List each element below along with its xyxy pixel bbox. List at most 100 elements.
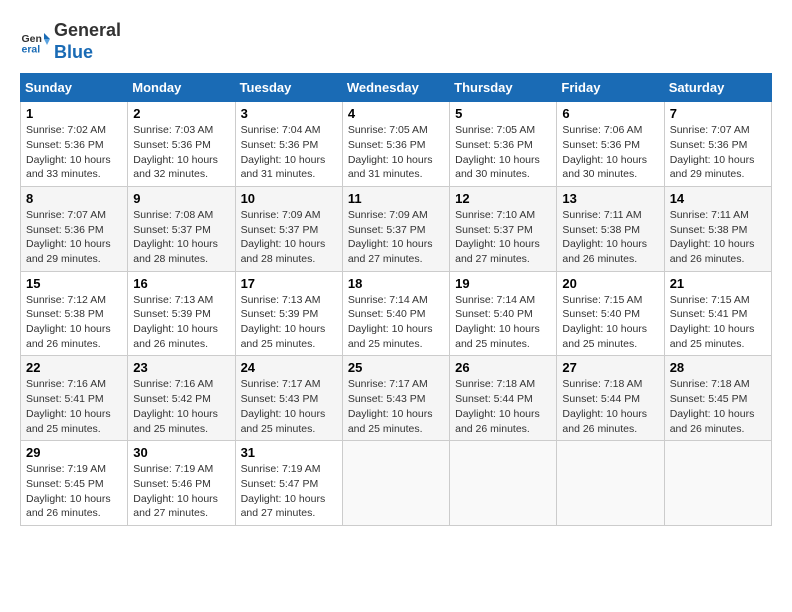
day-info: Sunrise: 7:14 AM Sunset: 5:40 PM Dayligh…	[348, 293, 444, 352]
day-info: Sunrise: 7:18 AM Sunset: 5:45 PM Dayligh…	[670, 377, 766, 436]
day-number: 12	[455, 191, 551, 206]
calendar-week-row: 8 Sunrise: 7:07 AM Sunset: 5:36 PM Dayli…	[21, 186, 772, 271]
day-info: Sunrise: 7:13 AM Sunset: 5:39 PM Dayligh…	[133, 293, 229, 352]
day-info: Sunrise: 7:16 AM Sunset: 5:42 PM Dayligh…	[133, 377, 229, 436]
calendar-week-row: 22 Sunrise: 7:16 AM Sunset: 5:41 PM Dayl…	[21, 356, 772, 441]
calendar-week-row: 15 Sunrise: 7:12 AM Sunset: 5:38 PM Dayl…	[21, 271, 772, 356]
calendar-day-cell: 26 Sunrise: 7:18 AM Sunset: 5:44 PM Dayl…	[450, 356, 557, 441]
day-info: Sunrise: 7:10 AM Sunset: 5:37 PM Dayligh…	[455, 208, 551, 267]
calendar-day-cell: 6 Sunrise: 7:06 AM Sunset: 5:36 PM Dayli…	[557, 102, 664, 187]
day-info: Sunrise: 7:07 AM Sunset: 5:36 PM Dayligh…	[670, 123, 766, 182]
day-info: Sunrise: 7:16 AM Sunset: 5:41 PM Dayligh…	[26, 377, 122, 436]
day-number: 6	[562, 106, 658, 121]
day-number: 16	[133, 276, 229, 291]
day-info: Sunrise: 7:13 AM Sunset: 5:39 PM Dayligh…	[241, 293, 337, 352]
day-info: Sunrise: 7:15 AM Sunset: 5:41 PM Dayligh…	[670, 293, 766, 352]
day-number: 27	[562, 360, 658, 375]
day-info: Sunrise: 7:05 AM Sunset: 5:36 PM Dayligh…	[455, 123, 551, 182]
day-info: Sunrise: 7:09 AM Sunset: 5:37 PM Dayligh…	[241, 208, 337, 267]
calendar-day-cell: 5 Sunrise: 7:05 AM Sunset: 5:36 PM Dayli…	[450, 102, 557, 187]
logo-icon: Gen eral	[20, 27, 50, 57]
day-number: 15	[26, 276, 122, 291]
day-number: 8	[26, 191, 122, 206]
calendar-day-cell: 31 Sunrise: 7:19 AM Sunset: 5:47 PM Dayl…	[235, 441, 342, 526]
day-info: Sunrise: 7:04 AM Sunset: 5:36 PM Dayligh…	[241, 123, 337, 182]
day-number: 4	[348, 106, 444, 121]
page-header: Gen eral General Blue	[20, 20, 772, 63]
day-number: 1	[26, 106, 122, 121]
day-info: Sunrise: 7:14 AM Sunset: 5:40 PM Dayligh…	[455, 293, 551, 352]
calendar-day-cell: 29 Sunrise: 7:19 AM Sunset: 5:45 PM Dayl…	[21, 441, 128, 526]
day-number: 14	[670, 191, 766, 206]
weekday-header: Sunday	[21, 74, 128, 102]
day-info: Sunrise: 7:17 AM Sunset: 5:43 PM Dayligh…	[348, 377, 444, 436]
day-info: Sunrise: 7:11 AM Sunset: 5:38 PM Dayligh…	[670, 208, 766, 267]
weekday-header: Thursday	[450, 74, 557, 102]
calendar-day-cell: 22 Sunrise: 7:16 AM Sunset: 5:41 PM Dayl…	[21, 356, 128, 441]
day-info: Sunrise: 7:08 AM Sunset: 5:37 PM Dayligh…	[133, 208, 229, 267]
day-info: Sunrise: 7:18 AM Sunset: 5:44 PM Dayligh…	[455, 377, 551, 436]
calendar-day-cell: 14 Sunrise: 7:11 AM Sunset: 5:38 PM Dayl…	[664, 186, 771, 271]
day-info: Sunrise: 7:19 AM Sunset: 5:47 PM Dayligh…	[241, 462, 337, 521]
day-number: 5	[455, 106, 551, 121]
day-number: 23	[133, 360, 229, 375]
calendar-day-cell: 1 Sunrise: 7:02 AM Sunset: 5:36 PM Dayli…	[21, 102, 128, 187]
day-info: Sunrise: 7:18 AM Sunset: 5:44 PM Dayligh…	[562, 377, 658, 436]
day-number: 18	[348, 276, 444, 291]
calendar-day-cell: 30 Sunrise: 7:19 AM Sunset: 5:46 PM Dayl…	[128, 441, 235, 526]
logo: Gen eral General Blue	[20, 20, 121, 63]
day-number: 25	[348, 360, 444, 375]
weekday-header: Saturday	[664, 74, 771, 102]
day-info: Sunrise: 7:03 AM Sunset: 5:36 PM Dayligh…	[133, 123, 229, 182]
day-info: Sunrise: 7:06 AM Sunset: 5:36 PM Dayligh…	[562, 123, 658, 182]
day-info: Sunrise: 7:17 AM Sunset: 5:43 PM Dayligh…	[241, 377, 337, 436]
calendar-week-row: 29 Sunrise: 7:19 AM Sunset: 5:45 PM Dayl…	[21, 441, 772, 526]
calendar-day-cell: 2 Sunrise: 7:03 AM Sunset: 5:36 PM Dayli…	[128, 102, 235, 187]
calendar-day-cell: 20 Sunrise: 7:15 AM Sunset: 5:40 PM Dayl…	[557, 271, 664, 356]
day-number: 28	[670, 360, 766, 375]
weekday-header: Tuesday	[235, 74, 342, 102]
calendar-day-cell: 19 Sunrise: 7:14 AM Sunset: 5:40 PM Dayl…	[450, 271, 557, 356]
calendar-day-cell: 21 Sunrise: 7:15 AM Sunset: 5:41 PM Dayl…	[664, 271, 771, 356]
calendar-day-cell: 11 Sunrise: 7:09 AM Sunset: 5:37 PM Dayl…	[342, 186, 449, 271]
calendar-header-row: SundayMondayTuesdayWednesdayThursdayFrid…	[21, 74, 772, 102]
day-info: Sunrise: 7:07 AM Sunset: 5:36 PM Dayligh…	[26, 208, 122, 267]
day-number: 3	[241, 106, 337, 121]
calendar-day-cell: 8 Sunrise: 7:07 AM Sunset: 5:36 PM Dayli…	[21, 186, 128, 271]
calendar-day-cell: 4 Sunrise: 7:05 AM Sunset: 5:36 PM Dayli…	[342, 102, 449, 187]
day-number: 20	[562, 276, 658, 291]
day-number: 17	[241, 276, 337, 291]
calendar-day-cell: 28 Sunrise: 7:18 AM Sunset: 5:45 PM Dayl…	[664, 356, 771, 441]
calendar-day-cell: 10 Sunrise: 7:09 AM Sunset: 5:37 PM Dayl…	[235, 186, 342, 271]
day-number: 30	[133, 445, 229, 460]
calendar-day-cell: 18 Sunrise: 7:14 AM Sunset: 5:40 PM Dayl…	[342, 271, 449, 356]
weekday-header: Monday	[128, 74, 235, 102]
day-number: 11	[348, 191, 444, 206]
day-number: 19	[455, 276, 551, 291]
day-number: 29	[26, 445, 122, 460]
day-number: 2	[133, 106, 229, 121]
calendar-day-cell: 13 Sunrise: 7:11 AM Sunset: 5:38 PM Dayl…	[557, 186, 664, 271]
day-number: 9	[133, 191, 229, 206]
calendar-day-cell: 23 Sunrise: 7:16 AM Sunset: 5:42 PM Dayl…	[128, 356, 235, 441]
day-number: 22	[26, 360, 122, 375]
day-info: Sunrise: 7:05 AM Sunset: 5:36 PM Dayligh…	[348, 123, 444, 182]
day-info: Sunrise: 7:19 AM Sunset: 5:45 PM Dayligh…	[26, 462, 122, 521]
day-info: Sunrise: 7:19 AM Sunset: 5:46 PM Dayligh…	[133, 462, 229, 521]
calendar-day-cell: 12 Sunrise: 7:10 AM Sunset: 5:37 PM Dayl…	[450, 186, 557, 271]
day-number: 24	[241, 360, 337, 375]
calendar-day-cell	[342, 441, 449, 526]
calendar-day-cell	[557, 441, 664, 526]
weekday-header: Wednesday	[342, 74, 449, 102]
day-info: Sunrise: 7:15 AM Sunset: 5:40 PM Dayligh…	[562, 293, 658, 352]
logo-text: General Blue	[54, 20, 121, 63]
calendar-day-cell: 15 Sunrise: 7:12 AM Sunset: 5:38 PM Dayl…	[21, 271, 128, 356]
day-info: Sunrise: 7:12 AM Sunset: 5:38 PM Dayligh…	[26, 293, 122, 352]
day-number: 26	[455, 360, 551, 375]
day-number: 13	[562, 191, 658, 206]
calendar-week-row: 1 Sunrise: 7:02 AM Sunset: 5:36 PM Dayli…	[21, 102, 772, 187]
calendar-day-cell: 25 Sunrise: 7:17 AM Sunset: 5:43 PM Dayl…	[342, 356, 449, 441]
day-info: Sunrise: 7:02 AM Sunset: 5:36 PM Dayligh…	[26, 123, 122, 182]
day-info: Sunrise: 7:11 AM Sunset: 5:38 PM Dayligh…	[562, 208, 658, 267]
calendar-day-cell	[664, 441, 771, 526]
